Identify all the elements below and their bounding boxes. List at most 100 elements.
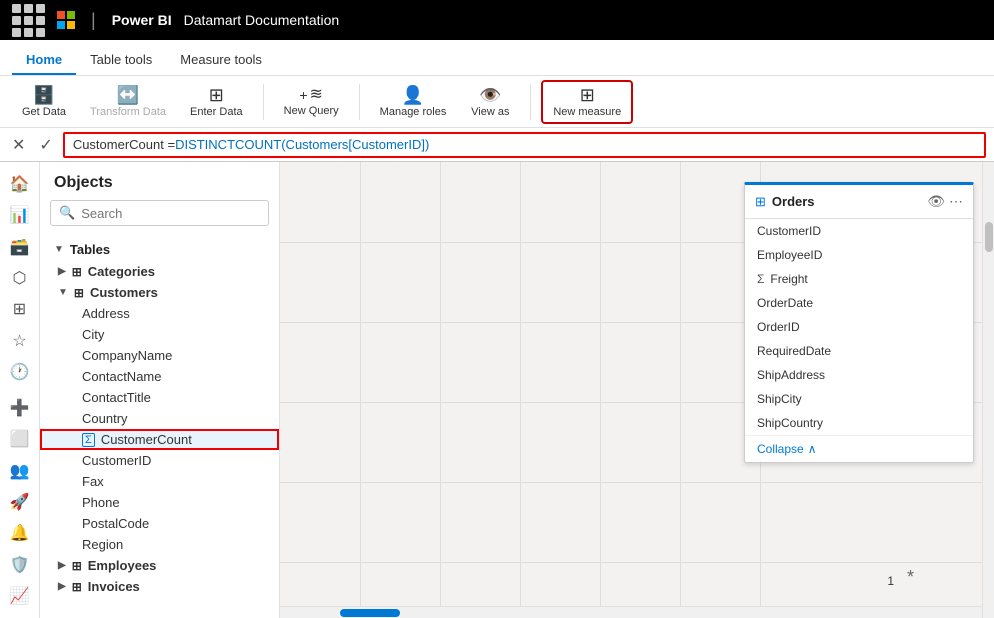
employees-item[interactable]: ▶ ⊞ Employees (40, 555, 279, 576)
canvas-area: * * 1 * ⊞ Orders 👁 ⋯ CustomerID Employee… (280, 162, 994, 618)
separator3 (530, 84, 531, 120)
orders-field-orderid[interactable]: OrderID (745, 315, 973, 339)
freight-sigma-icon: Σ (757, 272, 764, 286)
employeeid-field-label: EmployeeID (757, 248, 822, 262)
field-postalcode[interactable]: PostalCode (40, 513, 279, 534)
rocket-side-icon[interactable]: 🚀 (4, 488, 36, 515)
tab-table-tools[interactable]: Table tools (76, 44, 166, 75)
invoices-chevron: ▶ (58, 581, 66, 592)
star-side-icon[interactable]: ☆ (4, 327, 36, 354)
field-city[interactable]: City (40, 324, 279, 345)
ribbon-tabs: Home Table tools Measure tools (0, 40, 994, 76)
view-as-button[interactable]: 👁️ View as (460, 80, 520, 124)
orders-field-shipcity[interactable]: ShipCity (745, 387, 973, 411)
orders-card-actions: 👁 ⋯ (927, 193, 963, 210)
grid-v4 (600, 162, 601, 618)
field-fax[interactable]: Fax (40, 471, 279, 492)
categories-chevron: ▶ (58, 266, 66, 277)
new-measure-button[interactable]: ⊞ New measure (541, 80, 633, 124)
view-as-icon: 👁️ (479, 86, 501, 104)
alert-side-icon[interactable]: 🔔 (4, 520, 36, 547)
customers-item[interactable]: ▼ ⊞ Customers (40, 282, 279, 303)
orders-title-area: ⊞ Orders (755, 194, 815, 210)
categories-label: Categories (88, 264, 155, 279)
field-customercount[interactable]: Σ CustomerCount (40, 429, 279, 450)
chart-side-icon[interactable]: 📈 (4, 582, 36, 609)
collapse-chevron-icon: ∧ (808, 442, 817, 456)
orders-field-freight[interactable]: Σ Freight (745, 267, 973, 291)
vertical-scrollbar[interactable] (982, 162, 994, 618)
formula-check-button[interactable]: ✓ (35, 135, 56, 155)
orders-collapse-button[interactable]: Collapse ∧ (745, 435, 973, 462)
employees-table-icon: ⊞ (72, 559, 82, 573)
tables-group[interactable]: ▼ Tables (40, 238, 279, 261)
grid-h4 (280, 482, 994, 483)
orders-field-customerid[interactable]: CustomerID (745, 219, 973, 243)
invoices-label: Invoices (88, 579, 140, 594)
home-side-icon[interactable]: 🏠 (4, 170, 36, 197)
orders-field-orderdate[interactable]: OrderDate (745, 291, 973, 315)
grid-v2 (440, 162, 441, 618)
field-customerid[interactable]: CustomerID (40, 450, 279, 471)
orderid-field-label: OrderID (757, 320, 800, 334)
template-side-icon[interactable]: ⬜ (4, 425, 36, 452)
categories-table-icon: ⊞ (72, 265, 82, 279)
enter-data-button[interactable]: ⊞ Enter Data (180, 80, 253, 124)
horizontal-scrollbar[interactable] (280, 606, 982, 618)
search-input[interactable] (81, 206, 260, 221)
transform-data-button[interactable]: ↔️ Transform Data (80, 80, 176, 124)
new-measure-icon: ⊞ (580, 86, 595, 104)
tab-measure-tools[interactable]: Measure tools (166, 44, 276, 75)
tab-home[interactable]: Home (12, 44, 76, 75)
orders-preview-icon[interactable]: 👁 (927, 193, 945, 210)
separator: | (91, 10, 96, 31)
measure-icon: Σ (82, 433, 95, 447)
scrollbar-thumb[interactable] (985, 222, 993, 252)
customers-label: Customers (90, 285, 158, 300)
field-address[interactable]: Address (40, 303, 279, 324)
objects-panel: Objects 🔍 ▼ Tables ▶ ⊞ Categories ▼ ⊞ Cu… (40, 162, 280, 618)
search-box[interactable]: 🔍 (50, 200, 269, 226)
people-side-icon[interactable]: 👥 (4, 457, 36, 484)
formula-input[interactable]: CustomerCount = DISTINCTCOUNT(Customers[… (63, 132, 986, 158)
formula-text-static: CustomerCount = (73, 137, 175, 152)
manage-roles-icon: 👤 (402, 86, 424, 104)
report-side-icon[interactable]: 📊 (4, 201, 36, 228)
data-side-icon[interactable]: 🗃️ (4, 233, 36, 260)
get-data-button[interactable]: 🗄️ Get Data (12, 80, 76, 124)
orders-field-requireddate[interactable]: RequiredDate (745, 339, 973, 363)
side-icons: 🏠 📊 🗃️ ⬡ ⊞ ☆ 🕐 ➕ ⬜ 👥 🚀 🔔 🛡️ 📈 (0, 162, 40, 618)
grid-v1 (360, 162, 361, 618)
invoices-item[interactable]: ▶ ⊞ Invoices (40, 576, 279, 597)
customers-table-icon: ⊞ (74, 286, 84, 300)
field-country[interactable]: Country (40, 408, 279, 429)
categories-item[interactable]: ▶ ⊞ Categories (40, 261, 279, 282)
horizontal-scrollbar-thumb[interactable] (340, 609, 400, 617)
field-phone[interactable]: Phone (40, 492, 279, 513)
enter-data-icon: ⊞ (209, 86, 224, 104)
model-side-icon[interactable]: ⬡ (4, 264, 36, 291)
field-region[interactable]: Region (40, 534, 279, 555)
orders-field-employeeid[interactable]: EmployeeID (745, 243, 973, 267)
employees-label: Employees (88, 558, 157, 573)
formula-close-button[interactable]: ✕ (8, 135, 29, 155)
shield-side-icon[interactable]: 🛡️ (4, 551, 36, 578)
formula-bar: ✕ ✓ CustomerCount = DISTINCTCOUNT(Custom… (0, 128, 994, 162)
orders-more-icon[interactable]: ⋯ (949, 193, 963, 210)
new-query-button[interactable]: +≋ New Query (274, 80, 349, 124)
field-contactname[interactable]: ContactName (40, 366, 279, 387)
grid-h5 (280, 562, 994, 563)
add-side-icon[interactable]: ➕ (4, 394, 36, 421)
orders-card: ⊞ Orders 👁 ⋯ CustomerID EmployeeID Σ Fre… (744, 182, 974, 463)
field-contacttitle[interactable]: ContactTitle (40, 387, 279, 408)
field-companyname[interactable]: CompanyName (40, 345, 279, 366)
query-side-icon[interactable]: ⊞ (4, 296, 36, 323)
manage-roles-button[interactable]: 👤 Manage roles (370, 80, 457, 124)
orders-field-shipcountry[interactable]: ShipCountry (745, 411, 973, 435)
microsoft-logo (57, 11, 75, 29)
freight-field-label: Freight (770, 272, 807, 286)
shipcountry-field-label: ShipCountry (757, 416, 823, 430)
orders-field-shipaddress[interactable]: ShipAddress (745, 363, 973, 387)
apps-grid-icon[interactable] (12, 4, 45, 37)
clock-side-icon[interactable]: 🕐 (4, 359, 36, 386)
